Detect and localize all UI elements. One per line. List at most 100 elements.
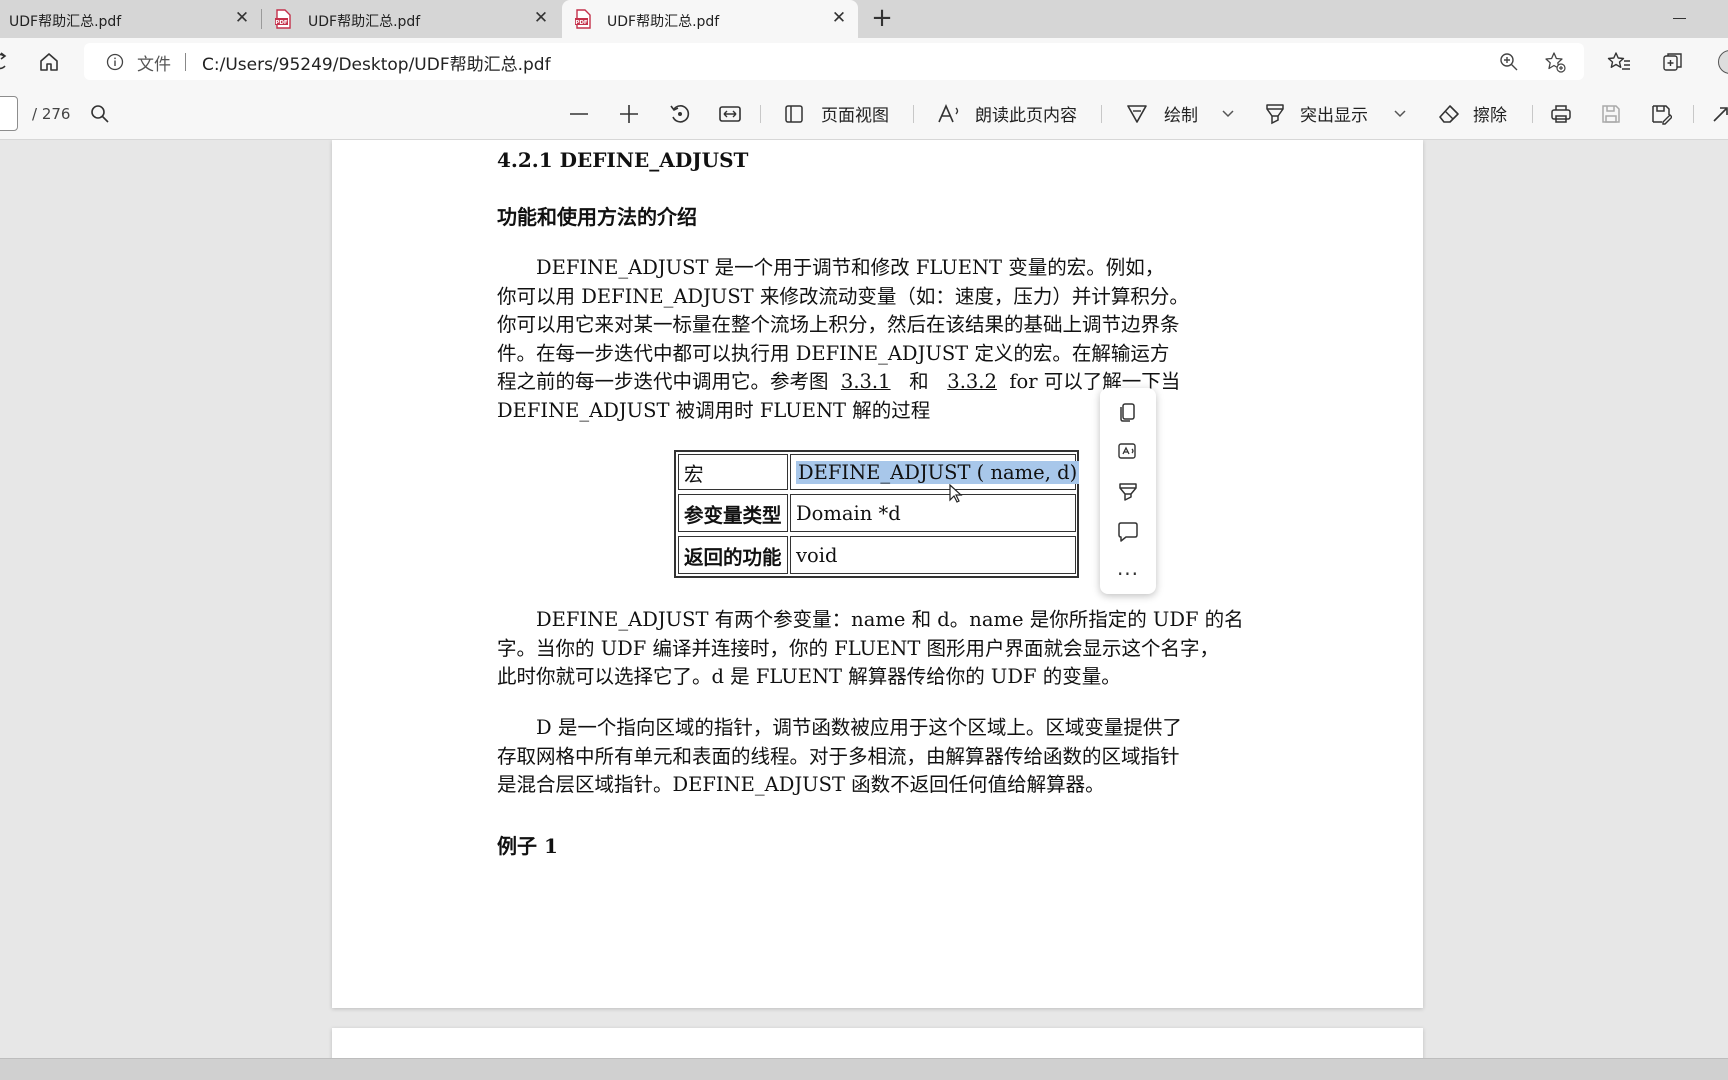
toolbar-divider: [1532, 105, 1533, 123]
close-icon[interactable]: ✕: [232, 8, 252, 28]
page-view-label: 页面视图: [821, 106, 889, 126]
info-icon[interactable]: [106, 53, 124, 71]
svg-text:PDF: PDF: [575, 20, 588, 26]
svg-text:PDF: PDF: [275, 20, 288, 26]
toolbar-divider: [913, 105, 914, 123]
figure-link[interactable]: 3.3.1: [841, 370, 891, 393]
table-key-cell: 参变量类型: [678, 494, 788, 532]
favorites-icon[interactable]: [1607, 51, 1631, 73]
mouse-cursor-icon: [949, 484, 963, 503]
highlight-icon: [1266, 103, 1284, 124]
pdf-file-icon: PDF: [575, 9, 591, 29]
draw-label: 绘制: [1164, 106, 1198, 126]
text-line: 你可以用 DEFINE_ADJUST 来修改流动变量（如：速度，压力）并计算积分…: [497, 284, 1189, 308]
text-line: 是混合层区域指针。DEFINE_ADJUST 函数不返回任何值给解算器。: [497, 773, 1105, 797]
pdf-page: 4.2.1 DEFINE_ADJUST 功能和使用方法的介绍 DEFINE_AD…: [332, 140, 1423, 1008]
more-options-button[interactable]: ...: [1100, 556, 1156, 580]
text-segment: for 可以了解一下当: [1009, 370, 1181, 394]
figure-link[interactable]: 3.3.2: [947, 370, 997, 393]
home-icon[interactable]: [38, 51, 60, 73]
profile-avatar[interactable]: [1718, 50, 1728, 74]
refresh-icon[interactable]: [0, 52, 8, 72]
selected-text[interactable]: DEFINE_ADJUST ( name, d): [796, 460, 1080, 484]
toolbar-divider: [760, 105, 761, 123]
draw-icon: [1127, 104, 1147, 123]
erase-button[interactable]: 擦除: [1437, 87, 1507, 140]
save-icon[interactable]: [1600, 103, 1622, 125]
tab-1[interactable]: UDF帮助汇总.pdf ✕: [0, 0, 260, 38]
tab-3-active[interactable]: PDF UDF帮助汇总.pdf ✕: [562, 0, 858, 38]
chevron-down-icon[interactable]: [1221, 108, 1235, 118]
page-total: / 276: [32, 104, 71, 123]
add-favorite-icon[interactable]: [1544, 51, 1566, 73]
copy-icon[interactable]: [1116, 400, 1140, 424]
eraser-icon: [1439, 104, 1459, 123]
comment-icon[interactable]: [1116, 520, 1140, 544]
macro-table: 宏 DEFINE_ADJUST ( name, d) 参变量类型 Domain …: [674, 450, 1080, 578]
tab-bar: UDF帮助汇总.pdf ✕ PDF UDF帮助汇总.pdf ✕ PDF UDF帮…: [0, 0, 1728, 38]
tab-2[interactable]: PDF UDF帮助汇总.pdf ✕: [262, 0, 560, 38]
scheme-label: 文件: [137, 55, 171, 75]
rotate-icon[interactable]: [669, 103, 691, 125]
read-aloud-selection-icon[interactable]: [1116, 440, 1140, 464]
page-view-icon: [785, 104, 803, 123]
search-icon[interactable]: [90, 104, 110, 124]
selection-mini-menu: ...: [1100, 388, 1156, 594]
text-line: 字。当你的 UDF 编译并连接时，你的 FLUENT 图形用户界面就会显示这个名…: [497, 636, 1220, 660]
highlight-selection-icon[interactable]: [1116, 480, 1140, 504]
paragraph-3: D 是一个指向区域的指针，调节函数被应用于这个区域上。区域变量提供了 存取网格中…: [497, 714, 1255, 800]
close-icon[interactable]: ✕: [531, 8, 551, 28]
pdf-file-icon: PDF: [275, 9, 291, 29]
table-value-cell: void: [790, 536, 1076, 574]
tab-2-title: UDF帮助汇总.pdf: [308, 14, 421, 30]
text-segment: 和: [909, 370, 929, 394]
new-tab-button[interactable]: +: [868, 4, 896, 32]
print-icon[interactable]: [1550, 103, 1572, 125]
address-bar[interactable]: 文件 C:/Users/95249/Desktop/UDF帮助汇总.pdf: [84, 43, 1584, 80]
minimize-button[interactable]: [1673, 18, 1686, 19]
read-aloud-icon: [938, 103, 959, 122]
save-as-icon[interactable]: [1650, 103, 1672, 125]
collections-icon[interactable]: [1662, 51, 1684, 73]
zoom-icon[interactable]: [1499, 52, 1519, 72]
text-line: 存取网格中所有单元和表面的线程。对于多相流，由解算器传给函数的区域指针: [497, 744, 1180, 768]
highlight-label: 突出显示: [1300, 106, 1368, 126]
read-aloud-label: 朗读此页内容: [975, 106, 1077, 126]
text-line: D 是一个指向区域的指针，调节函数被应用于这个区域上。区域变量提供了: [536, 716, 1182, 739]
url-text[interactable]: C:/Users/95249/Desktop/UDF帮助汇总.pdf: [202, 50, 551, 75]
document-viewport[interactable]: 4.2.1 DEFINE_ADJUST 功能和使用方法的介绍 DEFINE_AD…: [0, 140, 1728, 1058]
text-line: 件。在每一步迭代中都可以执行用 DEFINE_ADJUST 定义的宏。在解输运方: [497, 341, 1170, 365]
pdf-next-page: [332, 1028, 1423, 1058]
intro-heading: 功能和使用方法的介绍: [497, 205, 697, 229]
highlight-button[interactable]: 突出显示: [1264, 87, 1368, 140]
chevron-down-icon[interactable]: [1393, 108, 1407, 118]
section-title: 4.2.1 DEFINE_ADJUST: [497, 148, 749, 172]
address-row: 文件 C:/Users/95249/Desktop/UDF帮助汇总.pdf: [0, 38, 1728, 87]
text-line: 你可以用它来对某一标量在整个流场上积分，然后在该结果的基础上调节边界条: [497, 313, 1180, 337]
toolbar-divider: [1693, 105, 1694, 123]
table-value-cell: Domain *d: [790, 494, 1076, 532]
read-aloud-button[interactable]: 朗读此页内容: [937, 87, 1077, 140]
pdf-toolbar: / 276 页面视图 朗读此页内容 绘制 突出显示 擦除: [0, 87, 1728, 140]
zoom-in-icon[interactable]: [619, 104, 639, 124]
horizontal-scrollbar[interactable]: [0, 1058, 1728, 1080]
page-number-input[interactable]: [0, 96, 18, 131]
erase-label: 擦除: [1473, 106, 1507, 126]
paragraph-2: DEFINE_ADJUST 有两个参变量：name 和 d。name 是你所指定…: [497, 606, 1255, 692]
close-icon[interactable]: ✕: [829, 8, 849, 28]
draw-button[interactable]: 绘制: [1126, 87, 1198, 140]
table-key-cell: 返回的功能: [678, 536, 788, 574]
text-line: DEFINE_ADJUST 是一个用于调节和修改 FLUENT 变量的宏。例如，: [536, 256, 1165, 279]
table-key-cell: 宏: [678, 454, 788, 490]
fit-width-icon[interactable]: [719, 104, 741, 124]
fullscreen-icon[interactable]: [1710, 103, 1728, 125]
tab-3-title: UDF帮助汇总.pdf: [607, 14, 720, 30]
text-line: DEFINE_ADJUST 有两个参变量：name 和 d。name 是你所指定…: [536, 608, 1244, 631]
tab-1-title: UDF帮助汇总.pdf: [9, 14, 122, 30]
text-segment: 程之前的每一步迭代中调用它。参考图: [497, 370, 829, 394]
zoom-out-icon[interactable]: [569, 104, 589, 124]
table-value-cell[interactable]: DEFINE_ADJUST ( name, d): [790, 454, 1080, 490]
example-heading: 例子 1: [497, 834, 558, 858]
page-view-button[interactable]: 页面视图: [783, 87, 889, 140]
toolbar-divider: [1101, 105, 1102, 123]
